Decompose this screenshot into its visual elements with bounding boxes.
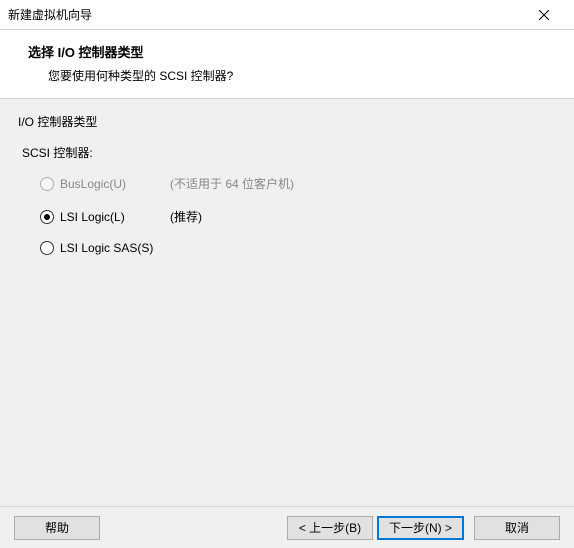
- radio-label: BusLogic(U): [60, 177, 170, 191]
- close-icon: [539, 10, 549, 20]
- radio-option-lsilogicsas[interactable]: LSI Logic SAS(S): [40, 241, 556, 255]
- header-title: 选择 I/O 控制器类型: [28, 42, 574, 61]
- radio-label: LSI Logic SAS(S): [60, 241, 170, 255]
- radio-label: LSI Logic(L): [60, 210, 170, 224]
- next-button[interactable]: 下一步(N) >: [377, 516, 464, 540]
- radio-option-buslogic: BusLogic(U) (不适用于 64 位客户机): [40, 175, 556, 192]
- help-button[interactable]: 帮助: [14, 516, 100, 540]
- radio-icon[interactable]: [40, 241, 54, 255]
- radio-option-lsilogic[interactable]: LSI Logic(L) (推荐): [40, 208, 556, 225]
- back-button[interactable]: < 上一步(B): [287, 516, 373, 540]
- radio-icon[interactable]: [40, 210, 54, 224]
- subgroup-title: SCSI 控制器:: [22, 144, 556, 161]
- header-subtitle: 您要使用何种类型的 SCSI 控制器?: [28, 67, 574, 84]
- radio-icon: [40, 177, 54, 191]
- content-area: I/O 控制器类型 SCSI 控制器: BusLogic(U) (不适用于 64…: [0, 98, 574, 514]
- cancel-button[interactable]: 取消: [474, 516, 560, 540]
- close-button[interactable]: [524, 1, 564, 29]
- window-title: 新建虚拟机向导: [8, 6, 92, 23]
- header-section: 选择 I/O 控制器类型 您要使用何种类型的 SCSI 控制器?: [0, 30, 574, 98]
- radio-hint: (推荐): [170, 208, 202, 225]
- radio-hint: (不适用于 64 位客户机): [170, 175, 294, 192]
- titlebar: 新建虚拟机向导: [0, 0, 574, 30]
- group-title: I/O 控制器类型: [18, 113, 556, 130]
- footer: 帮助 < 上一步(B) 下一步(N) > 取消: [0, 506, 574, 548]
